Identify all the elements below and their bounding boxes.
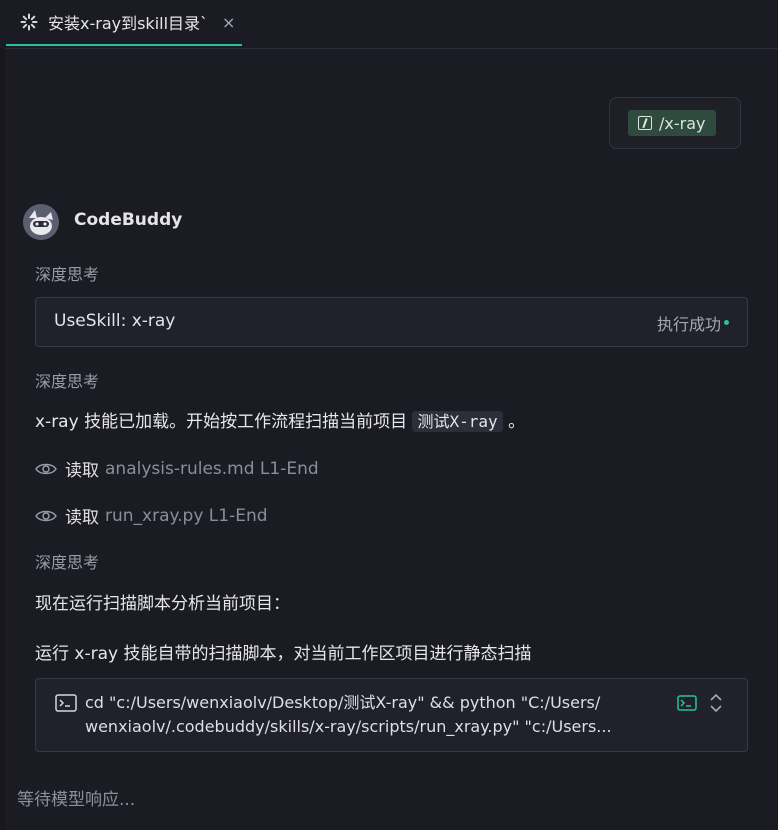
terminal-icon [55,694,77,712]
read-file-name[interactable]: analysis-rules.md L1-End [105,459,319,479]
read-file-row-1[interactable]: 读取 analysis-rules.md L1-End [35,456,319,481]
project-name-code: 测试X-ray [412,411,503,432]
tab-install-xray[interactable]: 安装x-ray到skill目录` × [6,0,242,46]
command-line-1: cd "c:/Users/wenxiaolv/Desktop/测试X-ray" … [85,693,601,712]
tab-bar: 安装x-ray到skill目录` × [0,0,778,49]
slash-command-icon [638,116,652,130]
skill-status: 执行成功 [656,315,721,334]
status-dot-icon [724,320,729,325]
read-verb: 读取 [65,461,99,481]
assistant-name: CodeBuddy [74,210,183,230]
loading-spinner-icon [20,13,38,31]
command-text: cd "c:/Users/wenxiaolv/Desktop/测试X-ray" … [85,691,645,739]
read-verb: 读取 [65,508,99,528]
expand-collapse-icon[interactable] [709,693,723,713]
run-intro-message: 现在运行扫描脚本分析当前项目： [35,594,290,614]
left-edge-strip [0,48,5,830]
eye-icon [35,463,57,474]
run-terminal-icon[interactable] [677,695,697,711]
deep-thinking-label-3[interactable]: 深度思考 [35,549,99,573]
command-line-2: wenxiaolv/.codebuddy/skills/x-ray/script… [85,717,612,736]
slash-command-chip[interactable]: /x-ray [628,110,716,136]
loaded-text-end: 。 [508,412,526,432]
loaded-text: x-ray 技能已加载。开始按工作流程扫描当前项目 [35,412,408,432]
deep-thinking-label-2[interactable]: 深度思考 [35,368,99,392]
slash-command-text: /x-ray [659,113,706,133]
skill-card[interactable]: UseSkill: x-ray 执行成功 [35,297,748,347]
read-file-name[interactable]: run_xray.py L1-End [105,506,268,526]
user-message-bubble: /x-ray [609,97,741,149]
eye-icon [35,510,57,521]
skill-loaded-message: x-ray 技能已加载。开始按工作流程扫描当前项目 测试X-ray 。 [35,407,525,432]
deep-thinking-label-1[interactable]: 深度思考 [35,261,99,285]
skill-name: UseSkill: x-ray [54,311,176,331]
command-card[interactable]: cd "c:/Users/wenxiaolv/Desktop/测试X-ray" … [35,678,748,752]
waiting-status: 等待模型响应... [17,790,136,810]
close-icon[interactable]: × [222,13,235,32]
read-file-row-2[interactable]: 读取 run_xray.py L1-End [35,503,268,528]
tab-title: 安装x-ray到skill目录` [48,14,209,33]
run-description-message: 运行 x-ray 技能自带的扫描脚本，对当前工作区项目进行静态扫描 [35,644,532,664]
avatar [23,204,59,240]
